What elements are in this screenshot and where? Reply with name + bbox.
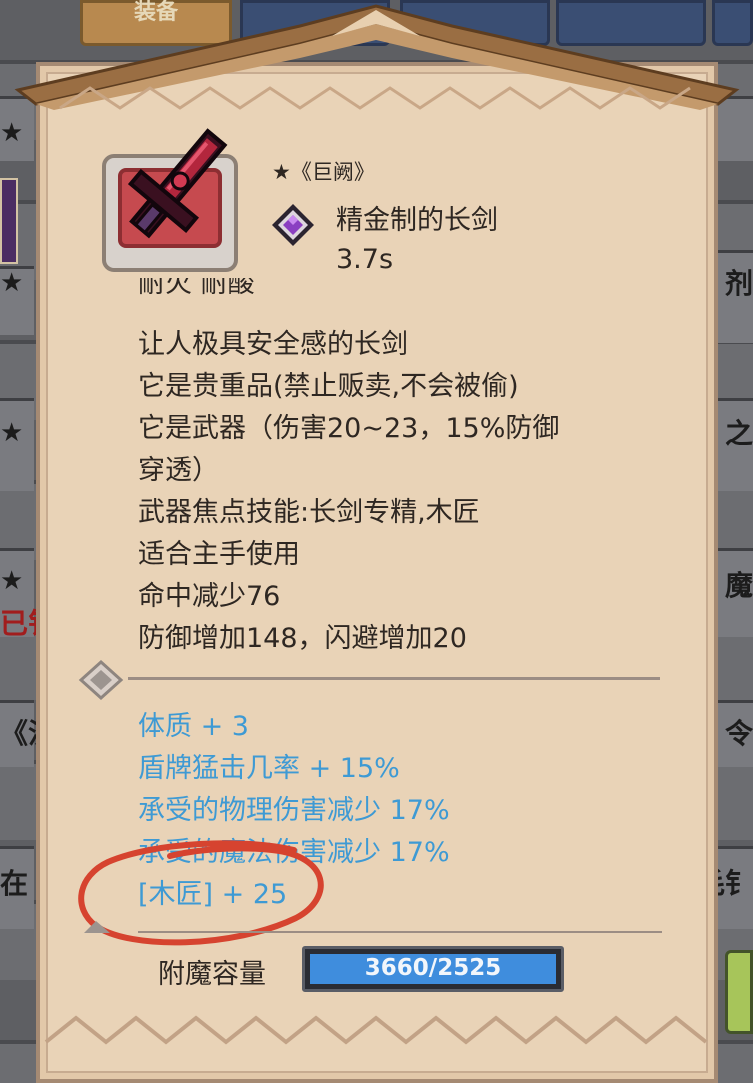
item-title: 精金制的长剑 xyxy=(336,205,498,236)
bg-item-thumbnail[interactable] xyxy=(0,178,18,264)
red-annotation-circle xyxy=(78,840,324,946)
tooltip-roof-ornament xyxy=(14,4,740,110)
description-line: 命中减少76 xyxy=(138,581,281,612)
bg-star: ★ xyxy=(0,118,24,148)
description-line: 让人极具安全感的长剑 xyxy=(138,329,408,360)
bg-star: ★ xyxy=(0,566,24,596)
tooltip-bottom-trim xyxy=(44,1015,708,1045)
bg-star: ★ xyxy=(0,418,24,448)
corner-ornament-icon xyxy=(84,921,110,933)
item-star-name: ★《巨阙》 xyxy=(272,160,375,184)
section-divider xyxy=(138,931,662,933)
enchant-capacity-label: 附魔容量 xyxy=(158,959,266,990)
description-line: 它是贵重品(禁止贩卖,不会被偷) xyxy=(138,371,519,402)
bg-text-fragment: 令 xyxy=(724,717,753,750)
enchant-stat: 盾牌猛击几率 + 15% xyxy=(138,753,400,784)
sword-icon xyxy=(127,128,228,239)
enchant-capacity-bar: 3660/2525 xyxy=(302,946,564,992)
item-attack-time: 3.7s xyxy=(336,244,394,275)
enchant-stat: 体质 + 3 xyxy=(138,711,249,742)
description-line: 适合主手使用 xyxy=(138,539,300,570)
enchant-capacity-value: 3660/2525 xyxy=(364,955,502,981)
description-partial-line: 耐火 耐酸 xyxy=(138,278,255,299)
section-divider xyxy=(128,677,660,680)
diamond-divider-icon xyxy=(78,660,124,700)
description-line: 穿透） xyxy=(138,455,219,486)
bg-text-fragment: 魔 xyxy=(724,569,753,602)
bg-star: ★ xyxy=(0,268,24,298)
purple-gem-icon xyxy=(272,204,314,246)
description-line: 防御增加148，闪避增加20 xyxy=(138,623,467,654)
bg-text-fragment: 在 xyxy=(0,867,29,900)
bg-green-button[interactable] xyxy=(725,950,753,1034)
description-line: 武器焦点技能:长剑专精,木匠 xyxy=(138,497,480,528)
description-line: 它是武器（伤害20~23，15%防御 xyxy=(138,413,560,444)
bg-text-fragment: 剂 xyxy=(724,267,753,300)
enchant-stat: 承受的物理伤害减少 17% xyxy=(138,795,450,826)
bg-text-fragment: 之 xyxy=(724,417,753,450)
